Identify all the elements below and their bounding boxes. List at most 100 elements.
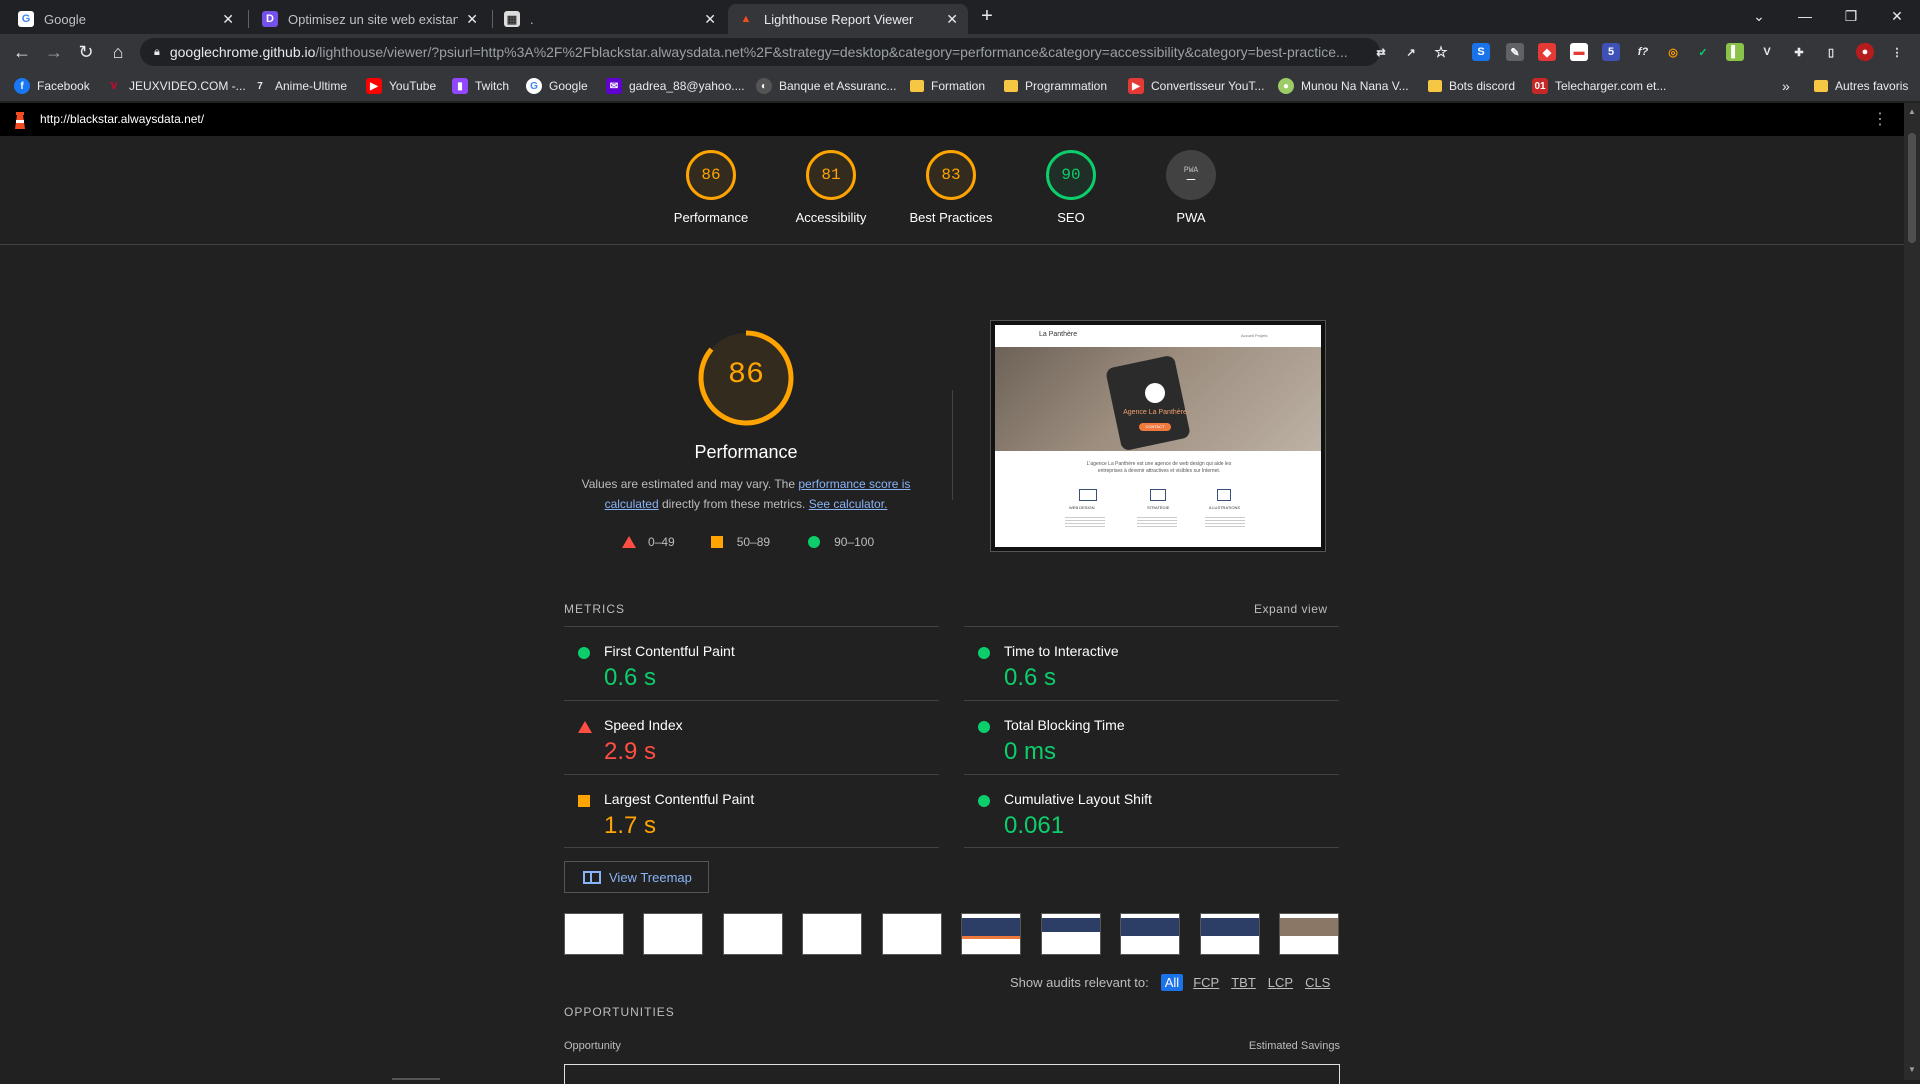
menu-icon[interactable]: ⋮ bbox=[1888, 43, 1906, 61]
see-calculator-link[interactable]: See calculator. bbox=[809, 497, 888, 511]
restore-icon[interactable]: ❐ bbox=[1828, 2, 1874, 30]
filter-all[interactable]: All bbox=[1160, 974, 1184, 991]
view-treemap-button[interactable]: View Treemap bbox=[564, 861, 709, 893]
close-icon[interactable]: ✕ bbox=[466, 11, 478, 28]
filmstrip-frame[interactable] bbox=[882, 913, 942, 955]
bookmarks-overflow-button[interactable]: » bbox=[1782, 77, 1790, 95]
extension-badge-icon[interactable]: 5 bbox=[1602, 43, 1620, 61]
filmstrip-frame[interactable] bbox=[723, 913, 783, 955]
close-icon[interactable]: ✕ bbox=[946, 11, 958, 28]
extension-toggle-icon[interactable]: ◎ bbox=[1664, 43, 1682, 61]
tab-lighthouse[interactable]: ▲ Lighthouse Report Viewer ✕ bbox=[728, 4, 968, 34]
metric-tbt[interactable]: Total Blocking Time 0 ms bbox=[964, 700, 1339, 774]
bookmark-banque[interactable]: ◐ Banque et Assuranc... bbox=[756, 77, 896, 95]
puzzle-icon[interactable]: ✚ bbox=[1790, 43, 1808, 61]
close-window-icon[interactable]: ✕ bbox=[1874, 2, 1920, 30]
extension-red-icon[interactable]: ◆ bbox=[1538, 43, 1556, 61]
minimize-icon[interactable]: — bbox=[1782, 2, 1828, 30]
jvc-icon: V bbox=[110, 80, 118, 92]
score-gauge-pwa[interactable]: PWA — PWA bbox=[1141, 150, 1241, 225]
filter-tbt[interactable]: TBT bbox=[1231, 975, 1256, 990]
score-gauge-accessibility[interactable]: 81 Accessibility bbox=[781, 150, 881, 225]
tab-search-icon[interactable]: ⌄ bbox=[1736, 2, 1782, 30]
bookmark-munou[interactable]: ● Munou Na Nana V... bbox=[1278, 77, 1409, 95]
tab-google[interactable]: G Google ✕ bbox=[8, 4, 244, 34]
gauge-label: Best Practices bbox=[909, 210, 993, 225]
filter-fcp[interactable]: FCP bbox=[1193, 975, 1219, 990]
metric-lcp[interactable]: Largest Contentful Paint 1.7 s bbox=[564, 774, 939, 848]
bookmark-convertisseur[interactable]: ▶ Convertisseur YouT... bbox=[1128, 77, 1264, 95]
home-icon[interactable]: ⌂ bbox=[106, 40, 130, 64]
metric-cls[interactable]: Cumulative Layout Shift 0.061 bbox=[964, 774, 1339, 848]
bookmark-anime-ultime[interactable]: 7 Anime-Ultime bbox=[252, 77, 347, 95]
filmstrip-frame[interactable] bbox=[961, 913, 1021, 955]
score-gauge-seo[interactable]: 90 SEO bbox=[1021, 150, 1121, 225]
bookmark-facebook[interactable]: f Facebook bbox=[14, 77, 90, 95]
scrollbar-thumb[interactable] bbox=[1908, 133, 1916, 243]
report-menu-icon[interactable]: ⋮ bbox=[1872, 109, 1888, 129]
bookmark-label: Formation bbox=[931, 79, 986, 93]
bookmark-telecharger[interactable]: 01 Telecharger.com et... bbox=[1532, 77, 1666, 95]
scrollbar[interactable]: ▲ ▼ bbox=[1904, 103, 1920, 1080]
filmstrip-frame[interactable] bbox=[1041, 913, 1101, 955]
filmstrip-frame[interactable] bbox=[564, 913, 624, 955]
folder-icon bbox=[1428, 80, 1442, 92]
extension-book-icon[interactable]: ▌ bbox=[1726, 43, 1744, 61]
close-icon[interactable]: ✕ bbox=[222, 11, 234, 28]
bookmark-label: Programmation bbox=[1025, 79, 1108, 93]
filmstrip-frame[interactable] bbox=[802, 913, 862, 955]
opportunity-column-header: Opportunity bbox=[564, 1040, 621, 1052]
tab-title: Google bbox=[44, 11, 86, 27]
new-tab-button[interactable]: + bbox=[964, 2, 1010, 30]
metric-name: Cumulative Layout Shift bbox=[1004, 791, 1152, 807]
share-icon[interactable]: ↗ bbox=[1402, 43, 1420, 61]
back-icon[interactable]: ← bbox=[10, 40, 34, 64]
extension-s-icon[interactable]: S bbox=[1472, 43, 1490, 61]
sidepanel-icon[interactable]: ▯ bbox=[1822, 43, 1840, 61]
scroll-up-icon[interactable]: ▲ bbox=[1908, 107, 1916, 116]
bookmark-programmation[interactable]: Programmation bbox=[1004, 77, 1107, 95]
close-icon[interactable]: ✕ bbox=[704, 11, 716, 28]
avatar[interactable]: ● bbox=[1856, 43, 1874, 61]
metric-fcp[interactable]: First Contentful Paint 0.6 s bbox=[564, 626, 939, 700]
tab-openclassrooms[interactable]: D Optimisez un site web existant - ✕ bbox=[252, 4, 488, 34]
filter-cls[interactable]: CLS bbox=[1305, 975, 1330, 990]
forward-icon[interactable]: → bbox=[42, 40, 66, 64]
filmstrip-frame[interactable] bbox=[1200, 913, 1260, 955]
extension-v-icon[interactable]: V bbox=[1758, 43, 1776, 61]
address-bar[interactable]: 🔒︎ googlechrome.github.io/lighthouse/vie… bbox=[140, 38, 1380, 66]
metric-tti[interactable]: Time to Interactive 0.6 s bbox=[964, 626, 1339, 700]
scroll-down-icon[interactable]: ▼ bbox=[1908, 1065, 1916, 1074]
extension-check-icon[interactable]: ✓ bbox=[1694, 43, 1712, 61]
bookmark-bots-discord[interactable]: Bots discord bbox=[1428, 77, 1515, 95]
pwa-badge-icon: PWA — bbox=[1166, 150, 1216, 200]
filmstrip-frame[interactable] bbox=[643, 913, 703, 955]
bookmarks-bar: f Facebook V JEUXVIDEO.COM -... 7 Anime-Ult… bbox=[0, 70, 1920, 102]
bookmark-other[interactable]: Autres favoris bbox=[1814, 77, 1908, 95]
report-url: http://blackstar.alwaysdata.net/ bbox=[40, 112, 205, 126]
extension-pen-icon[interactable]: ✎ bbox=[1506, 43, 1524, 61]
bookmark-google[interactable]: G Google bbox=[526, 77, 588, 95]
score-gauge-performance[interactable]: 86 Performance bbox=[661, 150, 761, 225]
filter-lcp[interactable]: LCP bbox=[1268, 975, 1293, 990]
bookmark-youtube[interactable]: ▶ YouTube bbox=[366, 77, 436, 95]
metric-speed-index[interactable]: Speed Index 2.9 s bbox=[564, 700, 939, 774]
reload-icon[interactable]: ↻ bbox=[74, 40, 98, 64]
bookmark-jeuxvideo[interactable]: V JEUXVIDEO.COM -... bbox=[106, 77, 246, 95]
star-icon[interactable]: ☆ bbox=[1432, 43, 1450, 61]
gauge-label: Accessibility bbox=[795, 210, 867, 225]
filmstrip-frame[interactable] bbox=[1279, 913, 1339, 955]
translate-icon[interactable]: ⇄ bbox=[1372, 43, 1390, 61]
preview-phone bbox=[1105, 354, 1191, 452]
extension-card-icon[interactable]: ▬ bbox=[1570, 43, 1588, 61]
bookmark-twitch[interactable]: ▮ Twitch bbox=[452, 77, 509, 95]
tab-blank[interactable]: ▦ . ✕ bbox=[494, 4, 726, 34]
bookmark-formation[interactable]: Formation bbox=[910, 77, 985, 95]
fail-triangle-icon bbox=[578, 721, 592, 733]
bookmark-yahoo[interactable]: ✉ gadrea_88@yahoo.... bbox=[606, 77, 745, 95]
filmstrip-frame[interactable] bbox=[1120, 913, 1180, 955]
expand-view-toggle[interactable]: Expand view bbox=[1254, 602, 1328, 616]
extension-fx-icon[interactable]: f? bbox=[1634, 43, 1652, 61]
final-screenshot[interactable]: La Panthère Accueil Projets Agence La Pa… bbox=[990, 320, 1326, 552]
score-gauge-best-practices[interactable]: 83 Best Practices bbox=[901, 150, 1001, 225]
